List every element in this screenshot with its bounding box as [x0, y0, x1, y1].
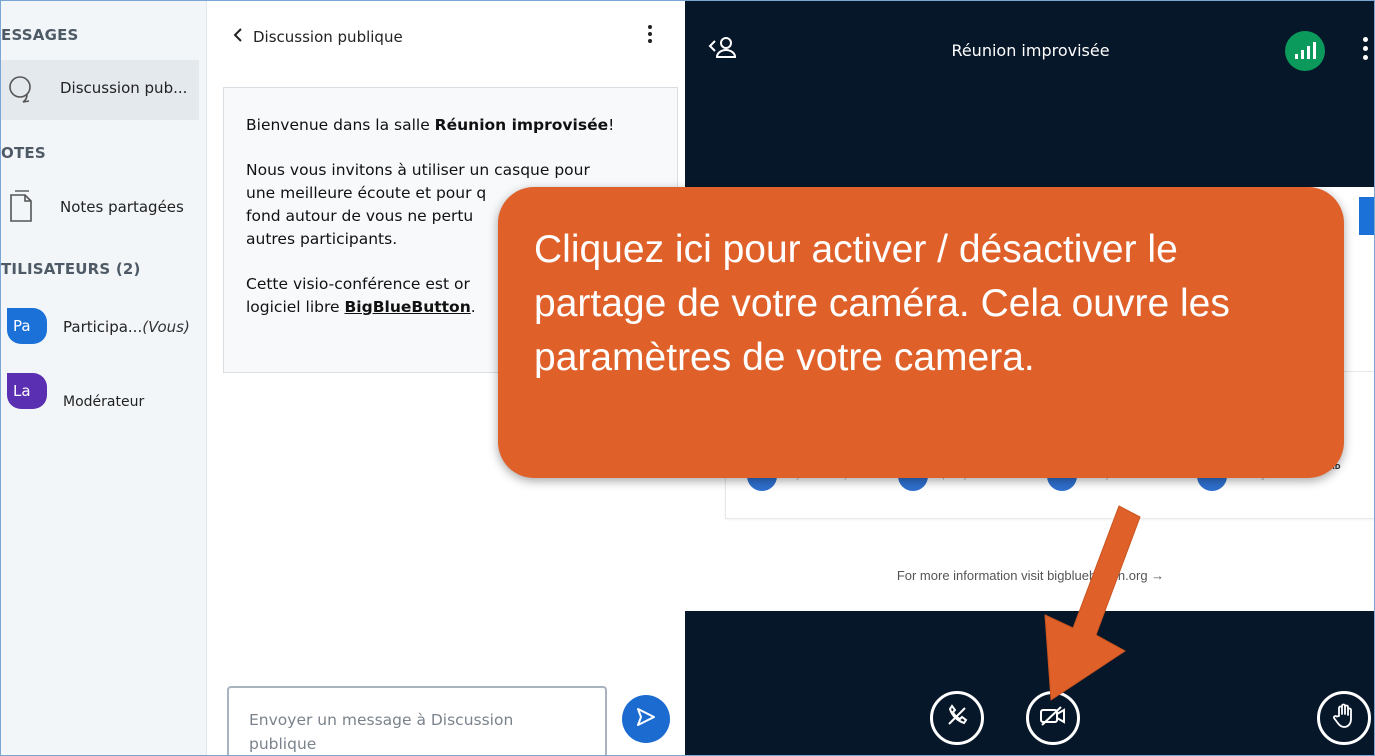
slide-accent-bar — [1359, 197, 1374, 235]
note-line: Cette visio-conférence est or — [246, 275, 470, 293]
chat-options-icon[interactable] — [647, 25, 653, 47]
camera-off-icon — [1039, 705, 1067, 731]
meeting-title: Réunion improvisée — [951, 41, 1110, 60]
sidebar-item-shared-notes[interactable]: Notes partagées — [1, 179, 199, 239]
document-icon — [7, 189, 37, 229]
bigbluebutton-link[interactable]: BigBlueButton — [344, 298, 470, 316]
chevron-left-icon — [233, 28, 243, 46]
app-frame: ESSAGES Discussion pub... OTES Notes par… — [0, 0, 1375, 756]
advice-line: une meilleure écoute et pour q — [246, 184, 487, 202]
slide-info-text: For more information visit bigbluebutton… — [896, 568, 1165, 583]
connection-status-icon[interactable] — [1285, 31, 1325, 71]
users-section-title: TILISATEURS (2) — [1, 260, 141, 278]
user-name: Participa...(Vous) — [63, 318, 190, 336]
phone-off-icon — [944, 703, 970, 733]
chat-message-input[interactable]: Envoyer un message à Discussion publique — [227, 686, 607, 755]
send-icon — [635, 706, 657, 732]
user-name: Modérateur — [63, 394, 145, 410]
meeting-options-icon[interactable] — [1363, 37, 1369, 64]
welcome-suffix: ! — [608, 116, 615, 134]
sidebar-item-label: Discussion pub... — [60, 79, 188, 97]
notes-section-title: OTES — [1, 144, 46, 162]
welcome-prefix: Bienvenue dans la salle — [246, 116, 435, 134]
sidebar: ESSAGES Discussion pub... OTES Notes par… — [1, 1, 207, 755]
hand-icon — [1332, 703, 1356, 733]
room-name: Réunion improvisée — [434, 116, 609, 134]
you-suffix: (Vous) — [142, 318, 190, 336]
advice-line: Nous vous invitons à utiliser un casque … — [246, 161, 590, 179]
note-suffix: . — [470, 298, 476, 316]
send-button[interactable] — [622, 695, 670, 743]
raise-hand-button[interactable] — [1317, 691, 1371, 745]
messages-section-title: ESSAGES — [1, 26, 79, 44]
tutorial-callout: Cliquez ici pour activer / désactiver le… — [498, 187, 1344, 478]
sidebar-item-public-chat[interactable]: Discussion pub... — [1, 60, 199, 120]
advice-line: autres participants. — [246, 230, 398, 248]
mute-audio-button[interactable] — [930, 691, 984, 745]
chat-title: Discussion publique — [253, 28, 403, 46]
user-name-text: Participa... — [63, 318, 143, 336]
sidebar-item-label: Notes partagées — [60, 198, 184, 216]
camera-toggle-button[interactable] — [1026, 691, 1080, 745]
welcome-line: Bienvenue dans la salle Réunion improvis… — [246, 114, 655, 137]
chat-bubbles-icon — [7, 74, 41, 112]
chat-header-back[interactable]: Discussion publique — [233, 28, 403, 46]
advice-line: fond autour de vous ne pertu — [246, 207, 474, 225]
avatar: La — [7, 373, 47, 409]
note-prefix: logiciel libre — [246, 298, 345, 316]
avatar: Pa — [7, 308, 47, 344]
